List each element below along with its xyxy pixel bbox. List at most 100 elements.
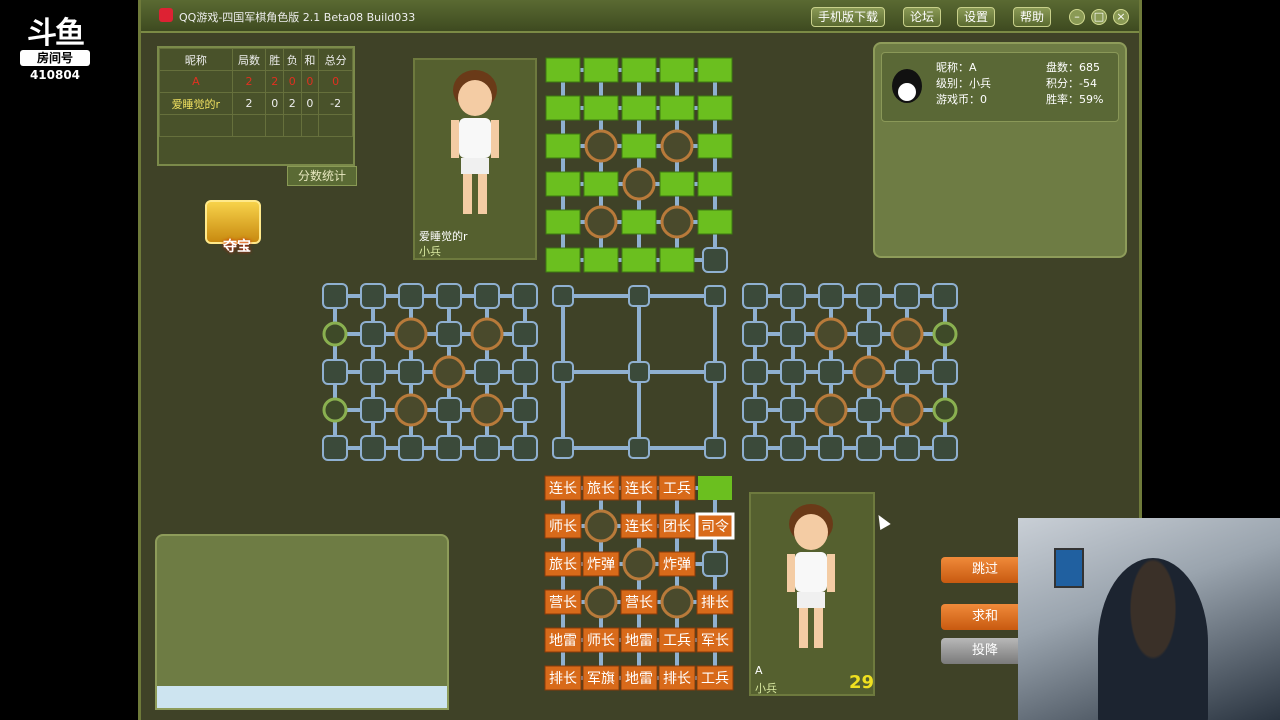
right-board-slot[interactable] [856,321,882,347]
opponent-piece[interactable] [583,171,619,197]
center-slot[interactable] [704,285,726,307]
left-board-slot[interactable] [398,283,424,309]
my-piece-label[interactable]: 工兵 [663,633,691,649]
right-board-slot[interactable] [742,435,768,461]
camp-slot[interactable] [814,317,848,351]
right-board-slot[interactable] [742,397,768,423]
camp-slot[interactable] [584,205,618,239]
my-piece-label[interactable]: 工兵 [701,671,729,687]
camp-slot[interactable] [890,317,924,351]
my-piece-label[interactable]: 地雷 [549,633,577,649]
left-board-slot[interactable] [436,397,462,423]
right-board-slot[interactable] [894,359,920,385]
right-board-slot[interactable] [894,283,920,309]
opponent-piece[interactable] [545,247,581,273]
opponent-piece[interactable] [545,171,581,197]
my-piece-label[interactable]: 连长 [549,481,577,497]
left-board-slot[interactable] [512,283,538,309]
camp-slot[interactable] [394,393,428,427]
camp-slot[interactable] [584,509,618,543]
my-piece-label[interactable]: 炸弹 [587,557,615,573]
opponent-piece[interactable] [621,209,657,235]
my-piece-label[interactable]: 旅长 [587,481,615,497]
camp-slot[interactable] [660,205,694,239]
opponent-piece[interactable] [621,57,657,83]
left-board-slot[interactable] [436,435,462,461]
center-slot[interactable] [704,361,726,383]
my-piece-label[interactable]: 工兵 [663,481,691,497]
left-board-slot[interactable] [360,359,386,385]
left-board-slot[interactable] [322,359,348,385]
opponent-piece[interactable] [621,133,657,159]
right-board-slot[interactable] [780,359,806,385]
left-board-slot[interactable] [474,283,500,309]
right-board-slot[interactable] [780,397,806,423]
my-piece-label[interactable]: 师长 [587,633,615,649]
opponent-piece[interactable] [697,133,733,159]
opponent-piece[interactable] [621,247,657,273]
left-board-slot[interactable] [512,397,538,423]
opponent-piece[interactable] [545,95,581,121]
left-board-slot[interactable] [512,435,538,461]
camp-slot[interactable] [622,547,656,581]
right-board-slot[interactable] [856,283,882,309]
camp-slot[interactable] [622,167,656,201]
center-slot[interactable] [628,437,650,459]
my-piece-label[interactable]: 师长 [549,519,577,535]
my-piece-label[interactable]: 营长 [625,595,653,611]
camp-slot[interactable] [394,317,428,351]
left-board-slot[interactable] [398,359,424,385]
opponent-slot[interactable] [702,247,728,273]
left-board-slot[interactable] [360,283,386,309]
camp-slot[interactable] [432,355,466,389]
my-piece-label[interactable]: 地雷 [625,633,653,649]
camp-slot[interactable] [470,393,504,427]
opponent-piece[interactable] [545,209,581,235]
left-board-slot[interactable] [360,435,386,461]
my-piece-label[interactable]: 军旗 [587,671,615,687]
center-slot[interactable] [628,285,650,307]
right-board-slot[interactable] [932,435,958,461]
opponent-piece[interactable] [659,95,695,121]
camp-slot[interactable] [470,317,504,351]
hq-slot[interactable] [932,321,958,347]
opponent-piece[interactable] [621,95,657,121]
my-piece-label[interactable]: 炸弹 [663,557,691,573]
camp-slot[interactable] [852,355,886,389]
left-board-slot[interactable] [322,283,348,309]
left-board-slot[interactable] [360,321,386,347]
right-board-slot[interactable] [742,321,768,347]
center-slot[interactable] [704,437,726,459]
opponent-piece[interactable] [697,95,733,121]
left-board-slot[interactable] [398,435,424,461]
right-board-slot[interactable] [932,359,958,385]
camp-slot[interactable] [814,393,848,427]
left-board-slot[interactable] [474,359,500,385]
left-board-slot[interactable] [436,283,462,309]
right-board-slot[interactable] [780,283,806,309]
opponent-piece[interactable] [583,247,619,273]
right-board-slot[interactable] [818,283,844,309]
left-board-slot[interactable] [512,321,538,347]
center-slot[interactable] [552,361,574,383]
opponent-piece[interactable] [583,95,619,121]
right-board-slot[interactable] [742,359,768,385]
right-board-slot[interactable] [894,435,920,461]
opponent-piece[interactable] [697,209,733,235]
opponent-piece[interactable] [583,57,619,83]
right-board-slot[interactable] [932,283,958,309]
opponent-piece[interactable] [697,57,733,83]
left-board-slot[interactable] [512,359,538,385]
opponent-piece[interactable] [659,171,695,197]
right-board-slot[interactable] [742,283,768,309]
center-slot[interactable] [628,361,650,383]
opponent-piece[interactable] [698,476,732,500]
right-board-slot[interactable] [780,321,806,347]
my-slot[interactable] [702,551,728,577]
my-piece-label[interactable]: 团长 [663,519,691,535]
left-board-slot[interactable] [474,435,500,461]
my-piece-label[interactable]: 连长 [625,481,653,497]
center-slot[interactable] [552,285,574,307]
camp-slot[interactable] [584,129,618,163]
hq-slot[interactable] [322,321,348,347]
